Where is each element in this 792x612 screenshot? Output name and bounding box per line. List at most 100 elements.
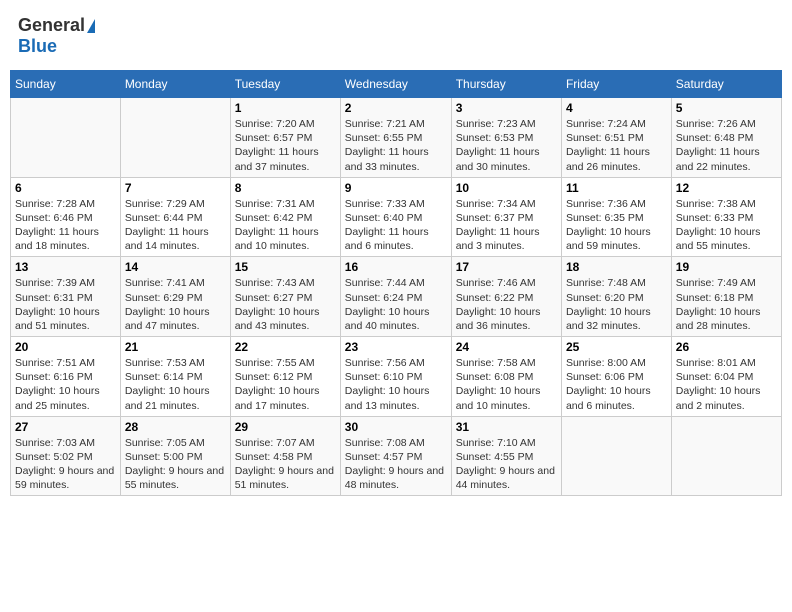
cell-info: Sunrise: 7:24 AMSunset: 6:51 PMDaylight:… [566, 117, 667, 174]
calendar-cell: 8Sunrise: 7:31 AMSunset: 6:42 PMDaylight… [230, 177, 340, 257]
cell-info: Sunrise: 7:23 AMSunset: 6:53 PMDaylight:… [456, 117, 557, 174]
calendar-cell: 14Sunrise: 7:41 AMSunset: 6:29 PMDayligh… [120, 257, 230, 337]
calendar-cell: 17 Sunrise: 7:46 AMSunset: 6:22 PMDayligh… [451, 257, 561, 337]
calendar-cell: 28 Sunrise: 7:05 AMSunset: 5:00 PMDayligh… [120, 416, 230, 496]
cell-date: 6 [15, 181, 116, 195]
cell-date: 14 [125, 260, 226, 274]
cell-info: Sunrise: 7:55 AMSunset: 6:12 PMDaylight:… [235, 356, 336, 413]
logo-general-text: General [18, 15, 85, 35]
cell-date: 29 [235, 420, 336, 434]
calendar-cell: 26 Sunrise: 8:01 AMSunset: 6:04 PMDayligh… [671, 337, 781, 417]
calendar-cell [11, 98, 121, 178]
calendar-cell: 11 Sunrise: 7:36 AMSunset: 6:35 PMDayligh… [561, 177, 671, 257]
cell-info: Sunrise: 7:28 AMSunset: 6:46 PMDaylight:… [15, 197, 116, 254]
cell-date: 21 [125, 340, 226, 354]
cell-info: Sunrise: 7:46 AMSunset: 6:22 PMDaylight:… [456, 276, 557, 333]
cell-date: 10 [456, 181, 557, 195]
week-row-1: 1Sunrise: 7:20 AMSunset: 6:57 PMDaylight… [11, 98, 782, 178]
cell-info: Sunrise: 7:44 AMSunset: 6:24 PMDaylight:… [345, 276, 447, 333]
cell-date: 5 [676, 101, 777, 115]
cell-info: Sunrise: 7:29 AMSunset: 6:44 PMDaylight:… [125, 197, 226, 254]
cell-info: Sunrise: 7:26 AMSunset: 6:48 PMDaylight:… [676, 117, 777, 174]
cell-info: Sunrise: 8:01 AMSunset: 6:04 PMDaylight:… [676, 356, 777, 413]
cell-date: 11 [566, 181, 667, 195]
cell-date: 15 [235, 260, 336, 274]
cell-info: Sunrise: 7:20 AMSunset: 6:57 PMDaylight:… [235, 117, 336, 174]
cell-date: 22 [235, 340, 336, 354]
cell-info: Sunrise: 7:07 AMSunset: 4:58 PMDaylight:… [235, 436, 336, 493]
day-header-thursday: Thursday [451, 71, 561, 98]
cell-info: Sunrise: 8:00 AMSunset: 6:06 PMDaylight:… [566, 356, 667, 413]
calendar-cell [561, 416, 671, 496]
cell-date: 2 [345, 101, 447, 115]
cell-info: Sunrise: 7:43 AMSunset: 6:27 PMDaylight:… [235, 276, 336, 333]
cell-date: 3 [456, 101, 557, 115]
cell-info: Sunrise: 7:58 AMSunset: 6:08 PMDaylight:… [456, 356, 557, 413]
week-row-2: 6 Sunrise: 7:28 AMSunset: 6:46 PMDaylight… [11, 177, 782, 257]
week-row-4: 20Sunrise: 7:51 AMSunset: 6:16 PMDayligh… [11, 337, 782, 417]
cell-date: 4 [566, 101, 667, 115]
cell-date: 13 [15, 260, 116, 274]
cell-date: 30 [345, 420, 447, 434]
cell-date: 9 [345, 181, 447, 195]
calendar-cell: 16 Sunrise: 7:44 AMSunset: 6:24 PMDayligh… [340, 257, 451, 337]
cell-info: Sunrise: 7:33 AMSunset: 6:40 PMDaylight:… [345, 197, 447, 254]
calendar-cell: 21 Sunrise: 7:53 AMSunset: 6:14 PMDayligh… [120, 337, 230, 417]
calendar-cell [671, 416, 781, 496]
cell-date: 31 [456, 420, 557, 434]
day-header-sunday: Sunday [11, 71, 121, 98]
cell-info: Sunrise: 7:36 AMSunset: 6:35 PMDaylight:… [566, 197, 667, 254]
calendar-cell: 23 Sunrise: 7:56 AMSunset: 6:10 PMDayligh… [340, 337, 451, 417]
logo: General Blue [18, 15, 95, 57]
cell-date: 7 [125, 181, 226, 195]
logo-triangle-icon [87, 19, 95, 33]
cell-info: Sunrise: 7:08 AMSunset: 4:57 PMDaylight:… [345, 436, 447, 493]
calendar-body: 1Sunrise: 7:20 AMSunset: 6:57 PMDaylight… [11, 98, 782, 496]
calendar-cell: 12Sunrise: 7:38 AMSunset: 6:33 PMDayligh… [671, 177, 781, 257]
cell-date: 23 [345, 340, 447, 354]
day-header-tuesday: Tuesday [230, 71, 340, 98]
cell-date: 20 [15, 340, 116, 354]
calendar-cell: 13Sunrise: 7:39 AMSunset: 6:31 PMDayligh… [11, 257, 121, 337]
calendar-cell: 2 Sunrise: 7:21 AMSunset: 6:55 PMDaylight… [340, 98, 451, 178]
calendar-cell: 7 Sunrise: 7:29 AMSunset: 6:44 PMDaylight… [120, 177, 230, 257]
week-row-5: 27Sunrise: 7:03 AMSunset: 5:02 PMDayligh… [11, 416, 782, 496]
cell-date: 26 [676, 340, 777, 354]
cell-info: Sunrise: 7:49 AMSunset: 6:18 PMDaylight:… [676, 276, 777, 333]
calendar-cell: 24Sunrise: 7:58 AMSunset: 6:08 PMDayligh… [451, 337, 561, 417]
calendar-cell: 3 Sunrise: 7:23 AMSunset: 6:53 PMDaylight… [451, 98, 561, 178]
cell-date: 25 [566, 340, 667, 354]
calendar-cell: 29 Sunrise: 7:07 AMSunset: 4:58 PMDayligh… [230, 416, 340, 496]
calendar-cell: 20Sunrise: 7:51 AMSunset: 6:16 PMDayligh… [11, 337, 121, 417]
cell-info: Sunrise: 7:34 AMSunset: 6:37 PMDaylight:… [456, 197, 557, 254]
cell-info: Sunrise: 7:10 AMSunset: 4:55 PMDaylight:… [456, 436, 557, 493]
calendar-cell: 15 Sunrise: 7:43 AMSunset: 6:27 PMDayligh… [230, 257, 340, 337]
cell-info: Sunrise: 7:53 AMSunset: 6:14 PMDaylight:… [125, 356, 226, 413]
calendar-table: SundayMondayTuesdayWednesdayThursdayFrid… [10, 70, 782, 496]
calendar-cell: 27Sunrise: 7:03 AMSunset: 5:02 PMDayligh… [11, 416, 121, 496]
calendar-header: SundayMondayTuesdayWednesdayThursdayFrid… [11, 71, 782, 98]
day-header-saturday: Saturday [671, 71, 781, 98]
logo-blue-text: Blue [18, 36, 95, 57]
page-header: General Blue [10, 10, 782, 62]
cell-date: 19 [676, 260, 777, 274]
calendar-cell: 18Sunrise: 7:48 AMSunset: 6:20 PMDayligh… [561, 257, 671, 337]
cell-date: 17 [456, 260, 557, 274]
cell-info: Sunrise: 7:05 AMSunset: 5:00 PMDaylight:… [125, 436, 226, 493]
calendar-cell: 1Sunrise: 7:20 AMSunset: 6:57 PMDaylight… [230, 98, 340, 178]
cell-info: Sunrise: 7:21 AMSunset: 6:55 PMDaylight:… [345, 117, 447, 174]
day-header-friday: Friday [561, 71, 671, 98]
calendar-cell: 22 Sunrise: 7:55 AMSunset: 6:12 PMDayligh… [230, 337, 340, 417]
calendar-cell: 25 Sunrise: 8:00 AMSunset: 6:06 PMDayligh… [561, 337, 671, 417]
calendar-cell: 6 Sunrise: 7:28 AMSunset: 6:46 PMDaylight… [11, 177, 121, 257]
cell-info: Sunrise: 7:56 AMSunset: 6:10 PMDaylight:… [345, 356, 447, 413]
header-row: SundayMondayTuesdayWednesdayThursdayFrid… [11, 71, 782, 98]
cell-date: 16 [345, 260, 447, 274]
calendar-cell: 19 Sunrise: 7:49 AMSunset: 6:18 PMDayligh… [671, 257, 781, 337]
calendar-cell: 5 Sunrise: 7:26 AMSunset: 6:48 PMDaylight… [671, 98, 781, 178]
cell-info: Sunrise: 7:31 AMSunset: 6:42 PMDaylight:… [235, 197, 336, 254]
cell-info: Sunrise: 7:38 AMSunset: 6:33 PMDaylight:… [676, 197, 777, 254]
calendar-cell: 10 Sunrise: 7:34 AMSunset: 6:37 PMDayligh… [451, 177, 561, 257]
week-row-3: 13Sunrise: 7:39 AMSunset: 6:31 PMDayligh… [11, 257, 782, 337]
cell-date: 28 [125, 420, 226, 434]
